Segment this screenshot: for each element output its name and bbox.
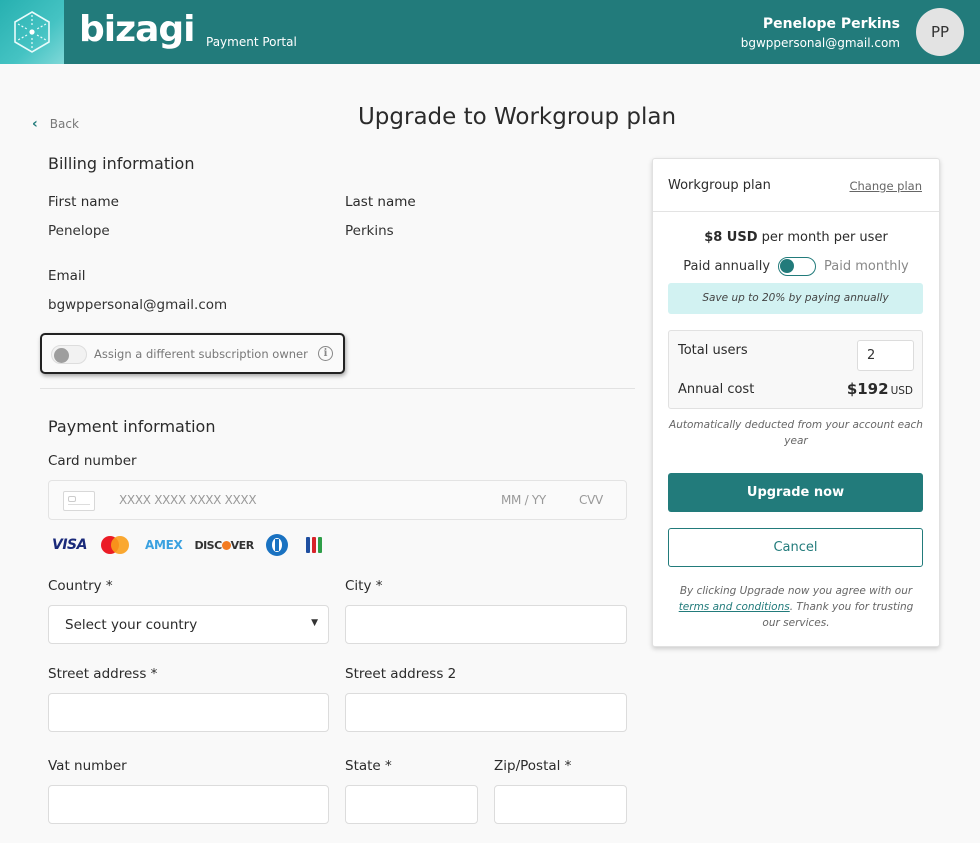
country-label: Country * bbox=[48, 578, 113, 594]
price-suffix: per month per user bbox=[757, 230, 888, 245]
page-title: Upgrade to Workgroup plan bbox=[357, 104, 677, 130]
annual-cost-value: $192 USD bbox=[847, 380, 913, 398]
jcb-icon bbox=[305, 537, 322, 553]
diners-club-icon bbox=[265, 534, 288, 556]
street-label: Street address * bbox=[48, 666, 158, 682]
country-select-value: Select your country bbox=[65, 617, 198, 633]
city-label: City * bbox=[345, 578, 383, 594]
bizagi-logo-icon[interactable] bbox=[0, 0, 64, 64]
total-users-label: Total users bbox=[678, 343, 748, 358]
vat-input[interactable] bbox=[48, 785, 329, 824]
email-value: bgwppersonal@gmail.com bbox=[48, 297, 228, 313]
zip-input[interactable] bbox=[494, 785, 627, 824]
top-bar: bizagi Payment Portal Penelope Perkins b… bbox=[0, 0, 980, 64]
first-name-label: First name bbox=[48, 194, 119, 210]
mastercard-icon bbox=[100, 536, 131, 554]
email-label: Email bbox=[48, 268, 86, 284]
street-input[interactable] bbox=[48, 693, 329, 732]
subscription-owner-option: Assign a different subscription owner i bbox=[40, 333, 345, 374]
avatar[interactable]: PP bbox=[916, 8, 964, 56]
card-number-label: Card number bbox=[48, 453, 137, 469]
payment-heading: Payment information bbox=[48, 417, 216, 436]
cvv-input[interactable]: CVV bbox=[579, 493, 603, 507]
subscription-owner-toggle[interactable] bbox=[51, 345, 87, 364]
zip-label: Zip/Postal * bbox=[494, 758, 572, 774]
subscription-owner-label: Assign a different subscription owner bbox=[94, 347, 308, 361]
upgrade-now-button[interactable]: Upgrade now bbox=[668, 473, 923, 512]
credit-card-icon bbox=[63, 491, 95, 511]
vat-label: Vat number bbox=[48, 758, 127, 774]
price-amount: $8 USD bbox=[704, 230, 758, 245]
discover-icon: DISC VER bbox=[194, 538, 254, 552]
total-users-input[interactable]: 2 bbox=[857, 340, 914, 371]
visa-icon: VISA bbox=[52, 537, 87, 553]
auto-deduct-note: Automatically deducted from your account… bbox=[669, 419, 923, 447]
billing-heading: Billing information bbox=[48, 154, 195, 173]
plan-name: Workgroup plan bbox=[668, 178, 771, 193]
street2-label: Street address 2 bbox=[345, 666, 457, 682]
info-icon[interactable]: i bbox=[318, 346, 333, 361]
user-email: bgwppersonal@gmail.com bbox=[740, 36, 900, 50]
last-name-value: Perkins bbox=[345, 223, 394, 239]
portal-subtitle: Payment Portal bbox=[206, 35, 297, 49]
panel-divider bbox=[653, 211, 939, 212]
state-label: State * bbox=[345, 758, 392, 774]
billing-period-toggle[interactable] bbox=[778, 257, 817, 276]
change-plan-link[interactable]: Change plan bbox=[849, 179, 922, 193]
last-name-label: Last name bbox=[345, 194, 416, 210]
cost-summary: Total users 2 Annual cost $192 USD bbox=[668, 330, 923, 409]
street2-input[interactable] bbox=[345, 693, 627, 732]
billing-period-switch: Paid annually Paid monthly bbox=[653, 257, 939, 276]
terms-prefix: By clicking Upgrade now you agree with o… bbox=[679, 585, 913, 597]
plan-summary-panel: Workgroup plan Change plan $8 USD per mo… bbox=[652, 158, 940, 647]
card-input-field[interactable]: XXXX XXXX XXXX XXXX MM / YY CVV bbox=[48, 480, 627, 520]
state-input[interactable] bbox=[345, 785, 478, 824]
cancel-button[interactable]: Cancel bbox=[668, 528, 923, 567]
amex-icon: AMEX bbox=[144, 538, 183, 552]
country-select[interactable]: Select your country ▼ bbox=[48, 605, 329, 644]
savings-banner: Save up to 20% by paying annually bbox=[668, 283, 923, 314]
section-divider bbox=[40, 388, 635, 389]
annual-cost-label: Annual cost bbox=[678, 382, 755, 397]
first-name-value: Penelope bbox=[48, 223, 110, 239]
annual-cost-amount: $192 bbox=[846, 380, 889, 398]
city-input[interactable] bbox=[345, 605, 627, 644]
caret-down-icon: ▼ bbox=[311, 618, 318, 628]
terms-link[interactable]: terms and conditions bbox=[679, 601, 790, 613]
currency-label: USD bbox=[890, 385, 913, 397]
paid-monthly-label: Paid monthly bbox=[824, 259, 909, 274]
user-name: Penelope Perkins bbox=[762, 16, 900, 32]
brand-logo: bizagi bbox=[79, 9, 195, 50]
card-number-input[interactable]: XXXX XXXX XXXX XXXX bbox=[119, 493, 257, 507]
paid-annually-label: Paid annually bbox=[683, 259, 771, 274]
card-brands: VISA AMEX DISC VER bbox=[52, 534, 322, 556]
plan-price: $8 USD per month per user bbox=[653, 230, 939, 245]
expiry-input[interactable]: MM / YY bbox=[501, 493, 546, 507]
terms-note: By clicking Upgrade now you agree with o… bbox=[671, 583, 921, 631]
